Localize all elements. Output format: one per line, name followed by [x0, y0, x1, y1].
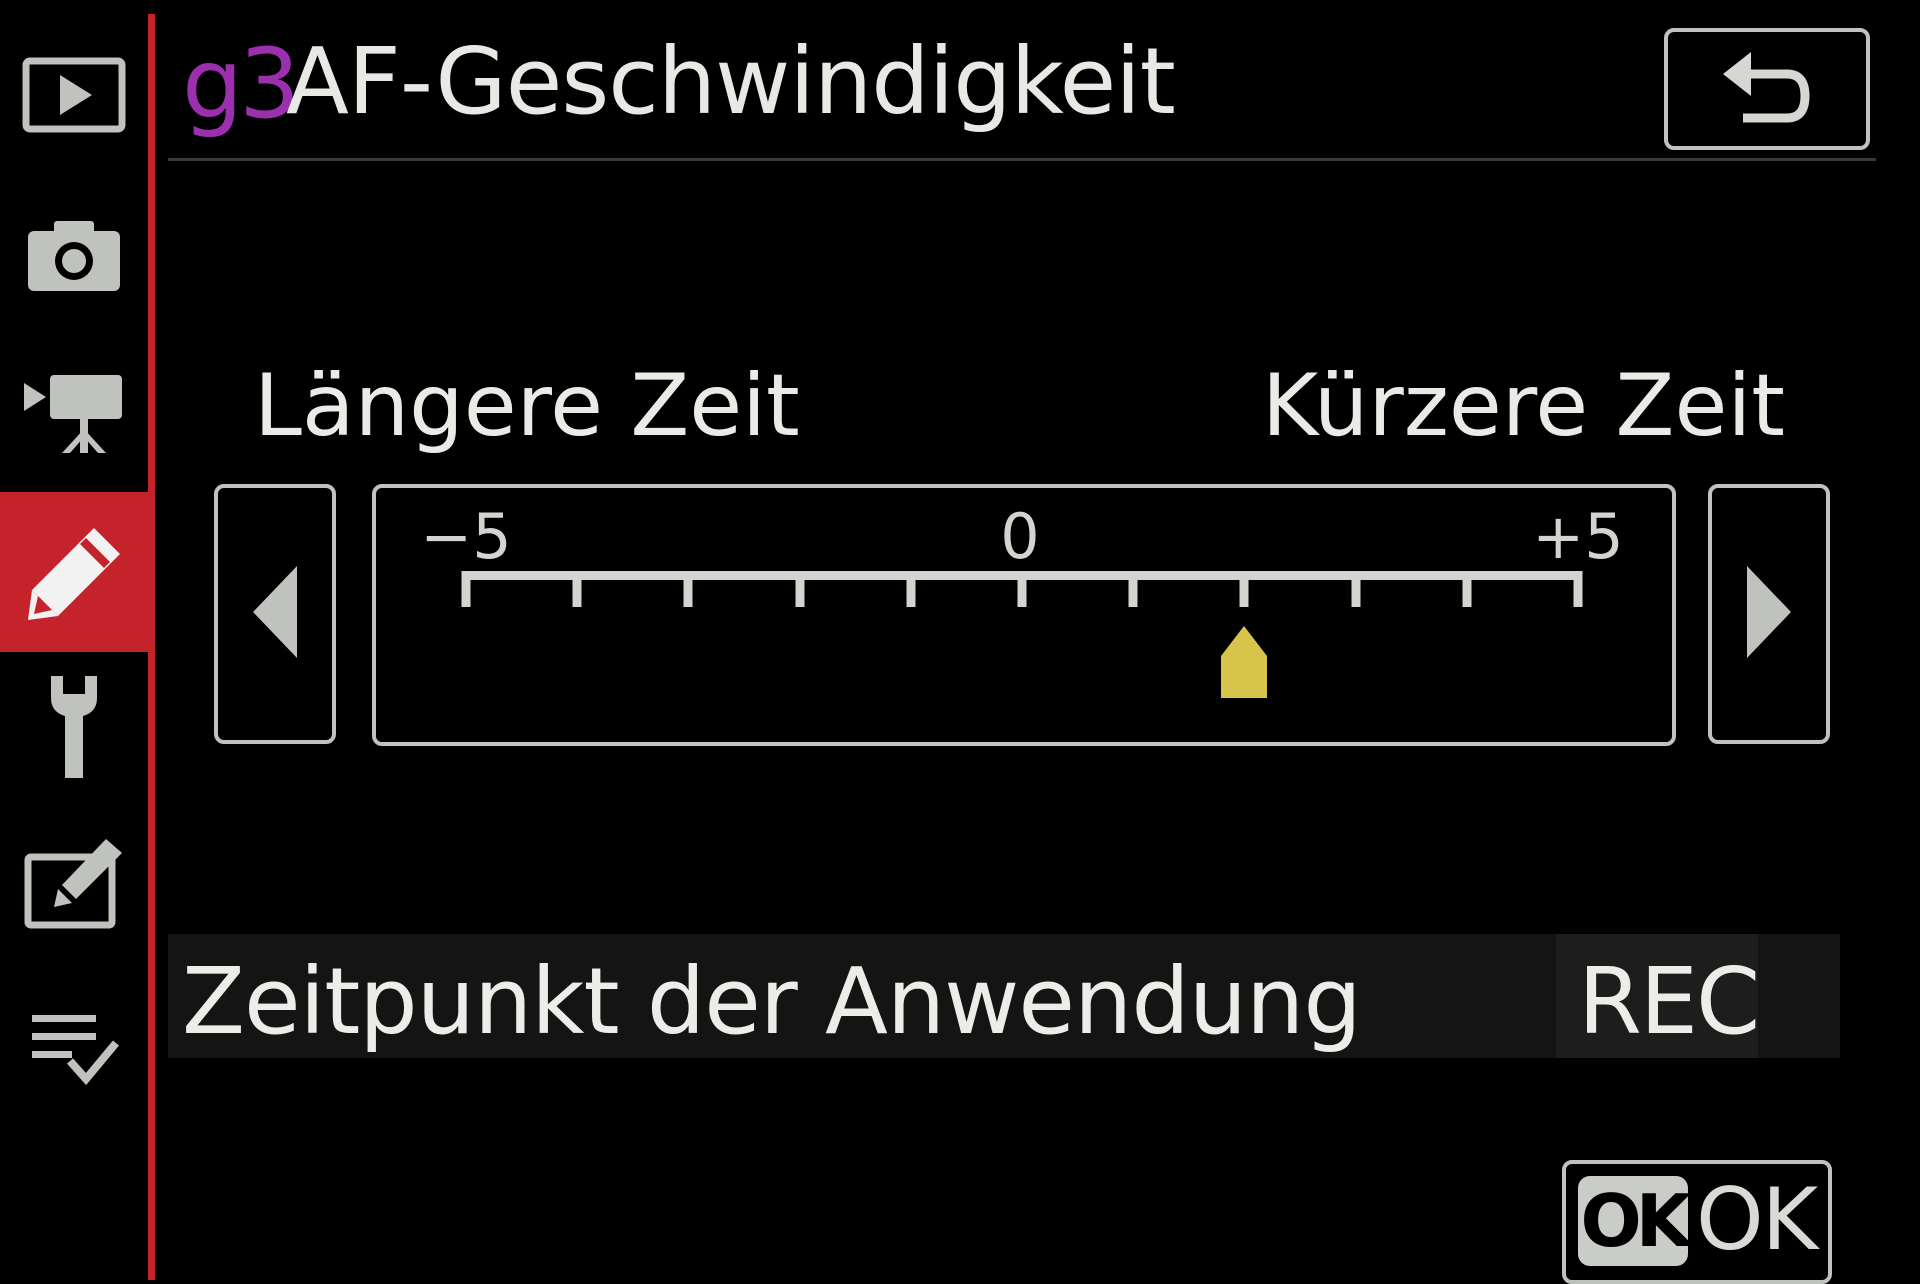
custom-settings-pencil-icon	[24, 524, 124, 620]
scale-tick	[906, 571, 916, 607]
return-arrow-icon	[1717, 44, 1817, 134]
longer-time-label: Längere Zeit	[254, 356, 800, 456]
menu-item-code: g3	[182, 28, 300, 140]
ok-badge-icon: OK	[1578, 1176, 1692, 1266]
scale-tick	[795, 571, 805, 607]
sidebar-divider	[148, 14, 155, 1280]
scale-tick	[572, 571, 582, 607]
header-divider	[168, 158, 1876, 161]
custom-settings-menu-tab[interactable]	[0, 492, 148, 652]
retouch-icon	[24, 837, 124, 929]
scale-tick	[1239, 571, 1249, 607]
ok-label: OK	[1696, 1170, 1818, 1270]
setup-wrench-icon	[39, 672, 109, 782]
scale-tick	[1462, 571, 1472, 607]
photo-shooting-icon	[26, 217, 122, 293]
photo-shooting-menu-tab[interactable]	[0, 180, 148, 330]
playback-icon	[22, 57, 126, 133]
scale-min-label: −5	[420, 500, 512, 573]
playback-menu-tab[interactable]	[0, 20, 148, 170]
arrow-right-icon	[1745, 566, 1793, 662]
timing-option-value: REC	[1578, 948, 1760, 1055]
scale-tick	[1017, 571, 1027, 607]
menu-sidebar	[0, 0, 148, 1280]
my-menu-tab[interactable]	[0, 974, 148, 1124]
page-title: AF-Geschwindigkeit	[286, 28, 1176, 135]
scale-tick	[461, 571, 471, 607]
scale-max-label: +5	[1532, 500, 1624, 573]
timing-option-label: Zeitpunkt der Anwendung	[182, 948, 1362, 1055]
scale-tick	[683, 571, 693, 607]
scale-tick	[1573, 571, 1583, 607]
scale-mid-label: 0	[1000, 500, 1040, 573]
movie-shooting-menu-tab[interactable]	[0, 338, 148, 488]
shorter-time-label: Kürzere Zeit	[1261, 356, 1785, 456]
scale-tick	[1351, 571, 1361, 607]
movie-shooting-icon	[22, 373, 126, 453]
scale-tick	[1128, 571, 1138, 607]
my-menu-icon	[26, 1011, 122, 1087]
decrease-button[interactable]	[214, 484, 336, 744]
setup-menu-tab[interactable]	[0, 652, 148, 802]
arrow-left-icon	[251, 566, 299, 662]
retouch-menu-tab[interactable]	[0, 808, 148, 958]
back-button[interactable]	[1664, 28, 1870, 150]
slider-pointer[interactable]	[1221, 626, 1268, 698]
increase-button[interactable]	[1708, 484, 1830, 744]
